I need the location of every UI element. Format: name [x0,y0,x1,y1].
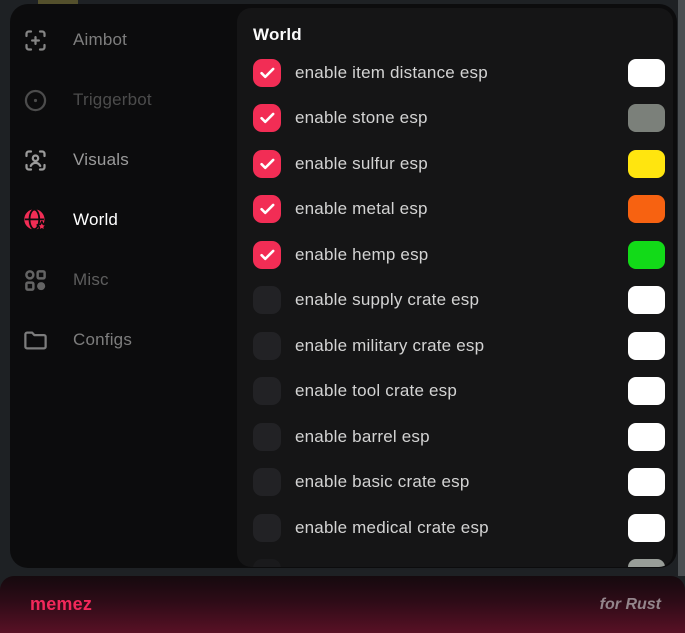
setting-row-medical-crate-esp: enable medical crate esp [253,505,665,551]
misc-icon [22,267,49,294]
color-swatch[interactable] [628,150,665,178]
setting-row-military-crate-esp: enable military crate esp [253,323,665,369]
checkbox[interactable] [253,377,281,405]
color-swatch[interactable] [628,514,665,542]
setting-row-sulfur-esp: enable sulfur esp [253,141,665,187]
checkbox[interactable] [253,150,281,178]
sidebar-item-label: Misc [73,270,109,290]
sidebar-item-triggerbot[interactable]: Triggerbot [10,70,237,130]
sidebar-item-misc[interactable]: Misc [10,250,237,310]
setting-label: enable basic crate esp [295,472,470,492]
checkbox[interactable] [253,104,281,132]
sidebar-item-configs[interactable]: Configs [10,310,237,370]
color-swatch[interactable] [628,559,665,567]
checkbox[interactable] [253,195,281,223]
setting-label: enable sulfur esp [295,154,428,174]
setting-label: enable stone esp [295,108,428,128]
checkbox[interactable] [253,468,281,496]
setting-label: enable tool crate esp [295,381,457,401]
color-swatch[interactable] [628,423,665,451]
setting-row-basic-crate-esp: enable basic crate esp [253,460,665,506]
visuals-icon [22,147,49,174]
checkbox[interactable] [253,286,281,314]
brand-name: memez [30,594,92,615]
color-swatch[interactable] [628,286,665,314]
sidebar-item-label: Configs [73,330,132,350]
checkbox[interactable] [253,241,281,269]
setting-label: enable medical crate esp [295,518,489,538]
setting-row-stone-esp: enable stone esp [253,96,665,142]
aimbot-icon [22,27,49,54]
checkbox[interactable] [253,59,281,87]
color-swatch[interactable] [628,59,665,87]
checkbox[interactable] [253,332,281,360]
setting-row-metal-esp: enable metal esp [253,187,665,233]
setting-row-tool-crate-esp: enable tool crate esp [253,369,665,415]
footer-bar: memez for Rust [0,576,685,633]
setting-row-item-distance-esp: enable item distance esp [253,50,665,96]
setting-label: enable item distance esp [295,63,488,83]
color-swatch[interactable] [628,468,665,496]
configs-icon [22,327,49,354]
setting-row-barrel-esp: enable barrel esp [253,414,665,460]
color-swatch[interactable] [628,377,665,405]
checkbox[interactable] [253,514,281,542]
world-icon [22,207,49,234]
page-title: World [253,24,665,46]
setting-label: enable metal esp [295,199,428,219]
sidebar-item-label: World [73,210,118,230]
setting-label: enable military crate esp [295,336,484,356]
sidebar-item-label: Triggerbot [73,90,152,110]
triggerbot-icon [22,87,49,114]
color-swatch[interactable] [628,241,665,269]
color-swatch[interactable] [628,195,665,223]
checkbox[interactable] [253,423,281,451]
sidebar-item-visuals[interactable]: Visuals [10,130,237,190]
sidebar: Aimbot Triggerbot Visuals [10,10,237,370]
sidebar-item-aimbot[interactable]: Aimbot [10,10,237,70]
setting-label: enable hemp esp [295,245,428,265]
setting-row-clipped [253,551,665,568]
setting-label: enable supply crate esp [295,290,479,310]
background-strip [678,0,685,576]
setting-label: enable barrel esp [295,427,430,447]
footer-tagline: for Rust [600,596,661,614]
world-settings-panel: World enable item distance esp enable st… [237,8,673,567]
checkbox[interactable] [253,559,281,567]
cheat-menu-window: Aimbot Triggerbot Visuals [10,4,677,568]
sidebar-item-world[interactable]: World [10,190,237,250]
setting-row-supply-crate-esp: enable supply crate esp [253,278,665,324]
sidebar-item-label: Aimbot [73,30,127,50]
color-swatch[interactable] [628,332,665,360]
color-swatch[interactable] [628,104,665,132]
sidebar-item-label: Visuals [73,150,129,170]
setting-row-hemp-esp: enable hemp esp [253,232,665,278]
